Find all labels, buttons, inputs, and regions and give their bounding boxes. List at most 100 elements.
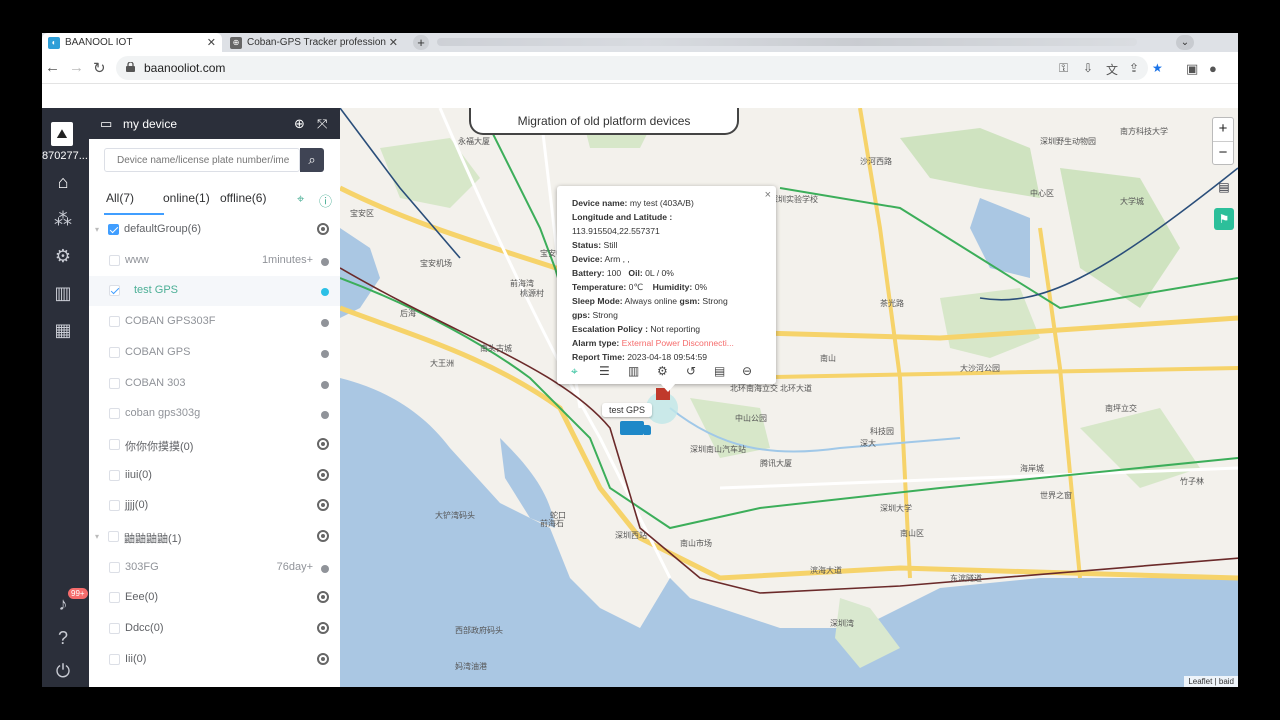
reload-icon[interactable]: ↻ xyxy=(93,59,106,77)
power-icon[interactable]: ⏻ xyxy=(53,661,73,681)
sliders-icon[interactable]: ☰ xyxy=(599,364,610,378)
group-row[interactable]: Eee(0) xyxy=(89,583,340,613)
new-tab-button[interactable]: + xyxy=(413,35,429,50)
map-place-label: 南方科技大学 xyxy=(1120,127,1168,136)
zoom-out-button[interactable]: − xyxy=(1213,142,1233,166)
oil-label: Oil: xyxy=(628,268,643,278)
install-icon[interactable]: ⇩ xyxy=(1083,61,1093,75)
row-checkbox[interactable] xyxy=(109,316,120,328)
device-info-popup: × Device name: my test (403A/B) Longitud… xyxy=(557,186,776,384)
translate-icon[interactable]: ⽂ xyxy=(1106,61,1118,78)
group-settings-icon[interactable] xyxy=(317,591,329,604)
device-row[interactable]: coban gps303g xyxy=(89,399,340,429)
add-icon[interactable]: ⊕ xyxy=(294,116,305,132)
row-checkbox[interactable] xyxy=(109,592,120,604)
home-icon[interactable]: ⌂ xyxy=(53,172,73,192)
group-icon[interactable]: ⁂ xyxy=(53,209,73,229)
row-checkbox[interactable] xyxy=(109,561,120,573)
bookmark-star-icon[interactable]: ★ xyxy=(1152,61,1163,75)
address-bar[interactable]: baanooliot.com ⚿ ⇩ ⽂ ⇪ ★ xyxy=(116,56,1163,80)
row-checkbox[interactable] xyxy=(109,408,120,420)
row-checkbox[interactable] xyxy=(109,254,120,266)
app-logo: ⛰ xyxy=(51,122,73,146)
tab-coban[interactable]: ⊕ Coban-GPS Tracker profession ✕ xyxy=(224,33,404,52)
profile-icon[interactable]: ● xyxy=(1209,61,1217,76)
group-row[interactable]: 你你你摸摸(0) xyxy=(89,430,340,460)
close-popup-icon[interactable]: × xyxy=(765,189,771,201)
apps-icon[interactable]: ▦ xyxy=(53,320,73,340)
device-map-label[interactable]: test GPS xyxy=(602,403,653,417)
group-row[interactable]: jjjj(0) xyxy=(89,491,340,521)
share-icon[interactable]: ⇪ xyxy=(1129,61,1139,75)
back-icon[interactable]: ← xyxy=(45,59,60,76)
row-checkbox[interactable] xyxy=(108,224,119,235)
device-row[interactable]: COBAN 303 xyxy=(89,369,340,399)
group-row[interactable]: iiui(0) xyxy=(89,461,340,491)
row-checkbox[interactable] xyxy=(109,500,120,512)
close-tab-icon[interactable]: ✕ xyxy=(207,36,216,49)
expand-caret-icon[interactable]: ▾ xyxy=(95,532,99,541)
locate-icon[interactable]: ⌖ xyxy=(297,191,304,207)
expand-caret-icon[interactable]: ▾ xyxy=(95,225,99,234)
info-icon[interactable]: ⓘ xyxy=(319,191,332,210)
map-attribution[interactable]: Leaflet | baid xyxy=(1184,676,1238,687)
help-icon[interactable]: ? xyxy=(53,628,73,648)
filter-all[interactable]: All(7) xyxy=(106,191,134,205)
filter-offline[interactable]: offline(6) xyxy=(220,191,266,205)
group-row[interactable]: Iii(0) xyxy=(89,645,340,675)
group-settings-icon[interactable] xyxy=(317,652,329,665)
chart-icon[interactable]: ▥ xyxy=(53,283,73,303)
flag-icon[interactable]: ⚑ xyxy=(1214,208,1234,230)
group-settings-icon[interactable] xyxy=(317,223,329,235)
group-row[interactable]: ▾ defaultGroup(6) xyxy=(89,215,340,245)
group-settings-icon[interactable] xyxy=(317,468,329,481)
forward-icon[interactable]: → xyxy=(69,59,84,76)
group-settings-icon[interactable] xyxy=(317,499,329,512)
group-settings-icon[interactable] xyxy=(317,530,329,542)
tab-baanool[interactable]: ◐ BAANOOL IOT ✕ xyxy=(42,33,222,52)
device-row[interactable]: COBAN GPS xyxy=(89,338,340,368)
device-search xyxy=(104,148,300,172)
row-checkbox[interactable] xyxy=(109,623,120,635)
more-icon[interactable]: ⊖ xyxy=(742,364,752,378)
fence-icon[interactable]: ▥ xyxy=(628,364,639,378)
row-checkbox[interactable] xyxy=(109,346,120,358)
group-row[interactable]: ▾ 鼬鼬鼬鼬(1) xyxy=(89,522,340,552)
close-tab-icon[interactable]: ✕ xyxy=(389,36,398,49)
expand-icon[interactable]: ⤧ xyxy=(317,116,327,132)
row-checkbox[interactable] xyxy=(109,653,120,665)
row-checkbox[interactable] xyxy=(109,438,120,450)
report-icon[interactable]: ▤ xyxy=(714,364,725,378)
map-layers-icon[interactable]: ▤ xyxy=(1214,176,1234,198)
row-checkbox[interactable] xyxy=(109,285,120,297)
device-row[interactable]: 303FG 76day+ xyxy=(89,553,340,583)
group-settings-icon[interactable] xyxy=(317,622,329,635)
zoom-in-button[interactable]: + xyxy=(1213,118,1233,142)
truck-marker-icon[interactable] xyxy=(620,421,651,435)
map-place-label: 前海石 xyxy=(540,519,564,528)
gear-icon[interactable]: ⚙ xyxy=(53,246,73,266)
row-checkbox[interactable] xyxy=(108,531,119,542)
humidity-label: Humidity: xyxy=(652,282,693,292)
search-button[interactable]: ⌕ xyxy=(300,148,324,172)
group-settings-icon[interactable] xyxy=(317,437,329,450)
key-icon[interactable]: ⚿ xyxy=(1059,61,1068,76)
side-panel-icon[interactable]: ▣ xyxy=(1186,61,1198,77)
row-label: COBAN 303 xyxy=(125,376,186,389)
device-row[interactable]: COBAN GPS303F xyxy=(89,307,340,337)
locate-icon[interactable]: ⌖ xyxy=(571,364,578,379)
gsm-label: gsm: xyxy=(679,296,701,306)
device-row[interactable]: test GPS xyxy=(89,276,340,307)
gear-icon[interactable]: ⚙ xyxy=(657,364,668,378)
row-label: Iii(0) xyxy=(125,652,147,665)
row-checkbox[interactable] xyxy=(109,469,120,481)
migration-banner[interactable]: Migration of old platform devices xyxy=(469,108,739,135)
map-view[interactable]: 宝安区 永福大厦 深圳野生动物园 南方科技大学 沙河西路 深圳实验学校 大学城 中心区 宝安机场… xyxy=(340,108,1238,687)
device-search-input[interactable] xyxy=(105,149,295,171)
row-checkbox[interactable] xyxy=(109,377,120,389)
tab-search-icon[interactable]: ⌄ xyxy=(1176,35,1194,50)
filter-online[interactable]: online(1) xyxy=(163,191,210,205)
history-icon[interactable]: ↺ xyxy=(686,364,696,378)
group-row[interactable]: Ddcc(0) xyxy=(89,614,340,644)
device-row[interactable]: www 1minutes+ xyxy=(89,246,340,276)
